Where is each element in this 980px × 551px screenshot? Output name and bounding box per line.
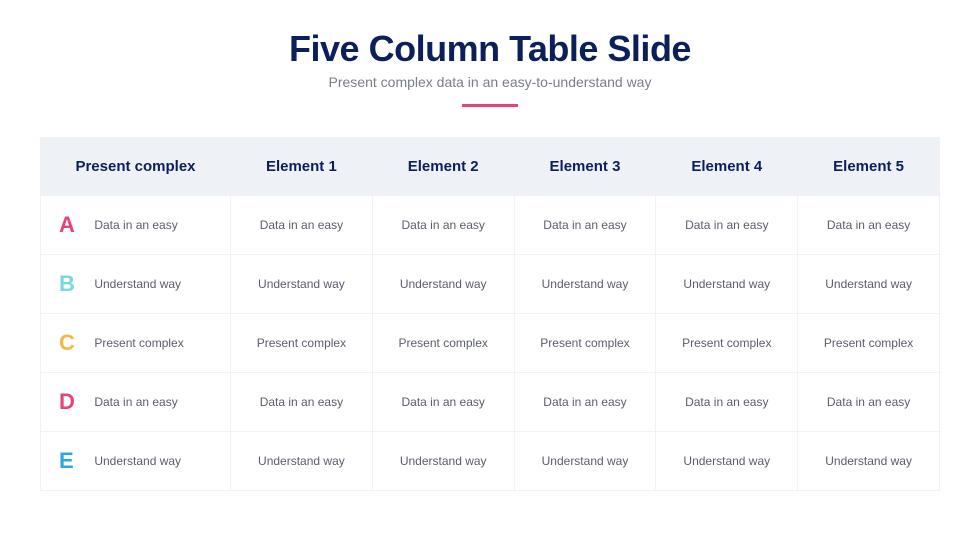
table-cell: Understand way (514, 432, 656, 491)
table-cell: Understand way (798, 432, 940, 491)
slide-title: Five Column Table Slide (40, 28, 940, 70)
table-cell: Understand way (798, 255, 940, 314)
table-header-cell: Element 3 (514, 138, 656, 196)
table-cell: Understand way (372, 432, 514, 491)
table-cell: Present complex (656, 314, 798, 373)
table-header-cell: Element 5 (798, 138, 940, 196)
table-header-cell: Element 4 (656, 138, 798, 196)
table-header-cell: Element 2 (372, 138, 514, 196)
row-text: Data in an easy (94, 218, 177, 232)
row-text: Understand way (94, 277, 181, 291)
data-table: Present complex Element 1 Element 2 Elem… (40, 137, 940, 491)
table-cell: Understand way (231, 255, 373, 314)
table-row: D Data in an easy Data in an easy Data i… (41, 373, 940, 432)
table-row: B Understand way Understand way Understa… (41, 255, 940, 314)
row-letter: C (59, 330, 85, 356)
table-cell: Data in an easy (372, 373, 514, 432)
table-cell: Data in an easy (231, 373, 373, 432)
table-cell: Data in an easy (231, 196, 373, 255)
slide-subtitle: Present complex data in an easy-to-under… (40, 74, 940, 90)
table-cell: Data in an easy (514, 373, 656, 432)
table-cell: Data in an easy (656, 196, 798, 255)
row-text: Present complex (94, 336, 183, 350)
table-row: E Understand way Understand way Understa… (41, 432, 940, 491)
table-row: A Data in an easy Data in an easy Data i… (41, 196, 940, 255)
row-label-cell: B Understand way (41, 255, 231, 314)
table-header-cell: Present complex (41, 138, 231, 196)
table-cell: Data in an easy (656, 373, 798, 432)
table-cell: Present complex (798, 314, 940, 373)
table-cell: Data in an easy (372, 196, 514, 255)
table-cell: Understand way (656, 255, 798, 314)
row-label-cell: A Data in an easy (41, 196, 231, 255)
row-text: Understand way (94, 454, 181, 468)
table-cell: Understand way (372, 255, 514, 314)
table-header-cell: Element 1 (231, 138, 373, 196)
table-header-row: Present complex Element 1 Element 2 Elem… (41, 138, 940, 196)
row-label-cell: E Understand way (41, 432, 231, 491)
row-letter: E (59, 448, 85, 474)
row-letter: A (59, 212, 85, 238)
divider-line (462, 104, 518, 107)
table-cell: Data in an easy (514, 196, 656, 255)
row-label-cell: C Present complex (41, 314, 231, 373)
table-cell: Data in an easy (798, 373, 940, 432)
table-cell: Present complex (514, 314, 656, 373)
table-cell: Data in an easy (798, 196, 940, 255)
table-body: A Data in an easy Data in an easy Data i… (41, 196, 940, 491)
table-cell: Present complex (231, 314, 373, 373)
row-text: Data in an easy (94, 395, 177, 409)
slide-container: Five Column Table Slide Present complex … (0, 0, 980, 551)
table-cell: Understand way (231, 432, 373, 491)
row-label-cell: D Data in an easy (41, 373, 231, 432)
table-row: C Present complex Present complex Presen… (41, 314, 940, 373)
row-letter: D (59, 389, 85, 415)
table-cell: Understand way (656, 432, 798, 491)
table-cell: Understand way (514, 255, 656, 314)
table-cell: Present complex (372, 314, 514, 373)
row-letter: B (59, 271, 85, 297)
